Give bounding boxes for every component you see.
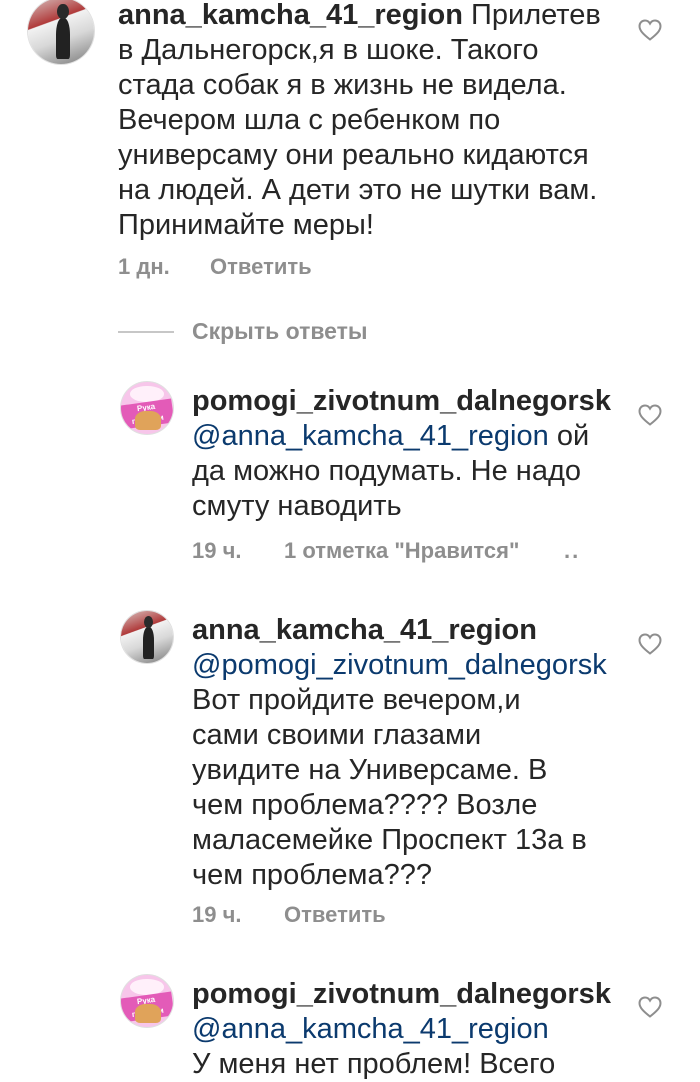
reply-username[interactable]: pomogi_zivotnum_dalnegorsk	[192, 978, 611, 1010]
avatar[interactable]: Рука помощи	[121, 382, 173, 434]
replies-divider	[118, 331, 174, 333]
comment-time: 1 дн.	[118, 254, 170, 279]
reply-text-line: чем проблема???? Возле	[192, 789, 538, 821]
comment-body: anna_kamcha_41_region Прилетев в Дальнег…	[118, 0, 638, 243]
mention-link[interactable]: @anna_kamcha_41_region	[192, 1013, 549, 1045]
comment-text-line: Вечером шла с ребенком по	[118, 104, 501, 136]
reply-body: pomogi_zivotnum_dalnegorsk @anna_kamcha_…	[192, 977, 632, 1082]
reply-button[interactable]: Ответить	[284, 902, 386, 928]
heart-outline-icon[interactable]	[638, 633, 662, 655]
comment-text-line: Прилетев	[471, 0, 601, 31]
comment-username[interactable]: anna_kamcha_41_region	[118, 0, 463, 31]
reply-text-line: Вот пройдите вечером,и	[192, 684, 521, 716]
reply-time: 19 ч.	[192, 902, 242, 927]
likes-count[interactable]: 1 отметка "Нравится"	[284, 538, 519, 564]
heart-outline-icon[interactable]	[638, 996, 662, 1018]
comment-text-line: в Дальнегорск,я в шоке. Такого	[118, 34, 539, 66]
mention-link[interactable]: @pomogi_zivotnum_dalnegorsk	[192, 649, 607, 681]
hide-replies-button[interactable]: Скрыть ответы	[192, 318, 368, 345]
reply-text-line: маласемейке Проспект 13а в	[192, 824, 587, 856]
more-options-icon[interactable]: ..	[564, 538, 580, 564]
reply-text-line: сами своими глазами	[192, 719, 482, 751]
comment-text-line: стада собак я в жизнь не видела.	[118, 69, 567, 101]
comment-text-line: универсаму они реально кидаются	[118, 139, 589, 171]
avatar[interactable]	[121, 611, 173, 663]
reply-username[interactable]: anna_kamcha_41_region	[192, 614, 537, 646]
avatar[interactable]	[28, 0, 94, 64]
reply-time: 19 ч.	[192, 538, 242, 563]
heart-outline-icon[interactable]	[638, 19, 662, 41]
reply-body: pomogi_zivotnum_dalnegorsk @anna_kamcha_…	[192, 384, 632, 524]
comment-text-line: на людей. А дети это не шутки вам.	[118, 174, 598, 206]
reply-body: anna_kamcha_41_region @pomogi_zivotnum_d…	[192, 613, 632, 893]
reply-button[interactable]: Ответить	[210, 254, 312, 280]
reply-text-line: смуту наводить	[192, 490, 402, 522]
reply-username[interactable]: pomogi_zivotnum_dalnegorsk	[192, 385, 611, 417]
avatar[interactable]: Рука помощи	[121, 975, 173, 1027]
reply-text-line: чем проблема???	[192, 859, 433, 891]
heart-outline-icon[interactable]	[638, 404, 662, 426]
comment-text-line: Принимайте меры!	[118, 209, 374, 241]
reply-text-line: У меня нет проблем! Всего	[192, 1048, 556, 1080]
reply-text-line: увидите на Универсаме. В	[192, 754, 548, 786]
mention-link[interactable]: @anna_kamcha_41_region	[192, 420, 549, 452]
reply-text-line: да можно подумать. Не надо	[192, 455, 581, 487]
reply-text-line: ой	[548, 420, 590, 452]
